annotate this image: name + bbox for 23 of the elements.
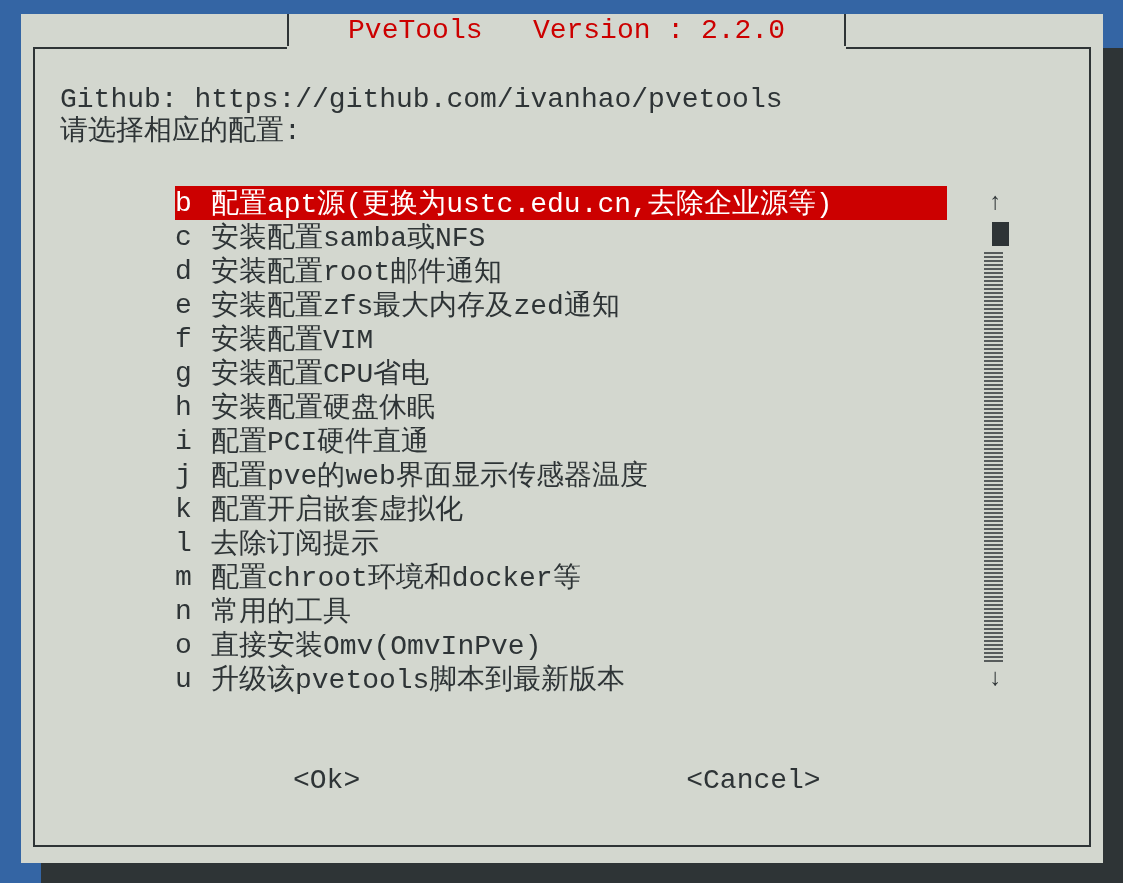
- menu-item[interactable]: e 安装配置zfs最大内存及zed通知: [175, 288, 947, 322]
- menu-item[interactable]: g 安装配置CPU省电: [175, 356, 947, 390]
- dialog-title: PveTools Version : 2.2.0: [287, 14, 846, 46]
- scroll-up-arrow[interactable]: ↑: [987, 186, 1003, 220]
- menu-item[interactable]: o 直接安装Omv(OmvInPve): [175, 628, 947, 662]
- menu-item[interactable]: k 配置开启嵌套虚拟化: [175, 492, 947, 526]
- scroll-down-arrow[interactable]: ↓: [987, 662, 1003, 696]
- dialog-message: 请选择相应的配置:: [60, 116, 302, 148]
- menu-item[interactable]: j 配置pve的web界面显示传感器温度: [175, 458, 947, 492]
- menu-item[interactable]: l 去除订阅提示: [175, 526, 947, 560]
- ok-button[interactable]: <Ok>: [293, 764, 361, 798]
- menu-item[interactable]: m 配置chroot环境和docker等: [175, 560, 947, 594]
- menu-item[interactable]: b 配置apt源(更换为ustc.edu.cn,去除企业源等): [175, 186, 947, 220]
- menu-item[interactable]: i 配置PCI硬件直通: [175, 424, 947, 458]
- menu-item[interactable]: c 安装配置samba或NFS: [175, 220, 947, 254]
- menu-item[interactable]: h 安装配置硬盘休眠: [175, 390, 947, 424]
- cancel-button[interactable]: <Cancel>: [686, 764, 821, 798]
- dialog-message: Github: https://github.com/ivanhao/pvetools: [60, 84, 784, 115]
- scrollbar-thumb[interactable]: [991, 222, 1009, 246]
- menu-item[interactable]: n 常用的工具: [175, 594, 947, 628]
- menu-item[interactable]: d 安装配置root邮件通知: [175, 254, 947, 288]
- menu-item[interactable]: f 安装配置VIM: [175, 322, 947, 356]
- menu-item[interactable]: u 升级该pvetools脚本到最新版本: [175, 662, 947, 696]
